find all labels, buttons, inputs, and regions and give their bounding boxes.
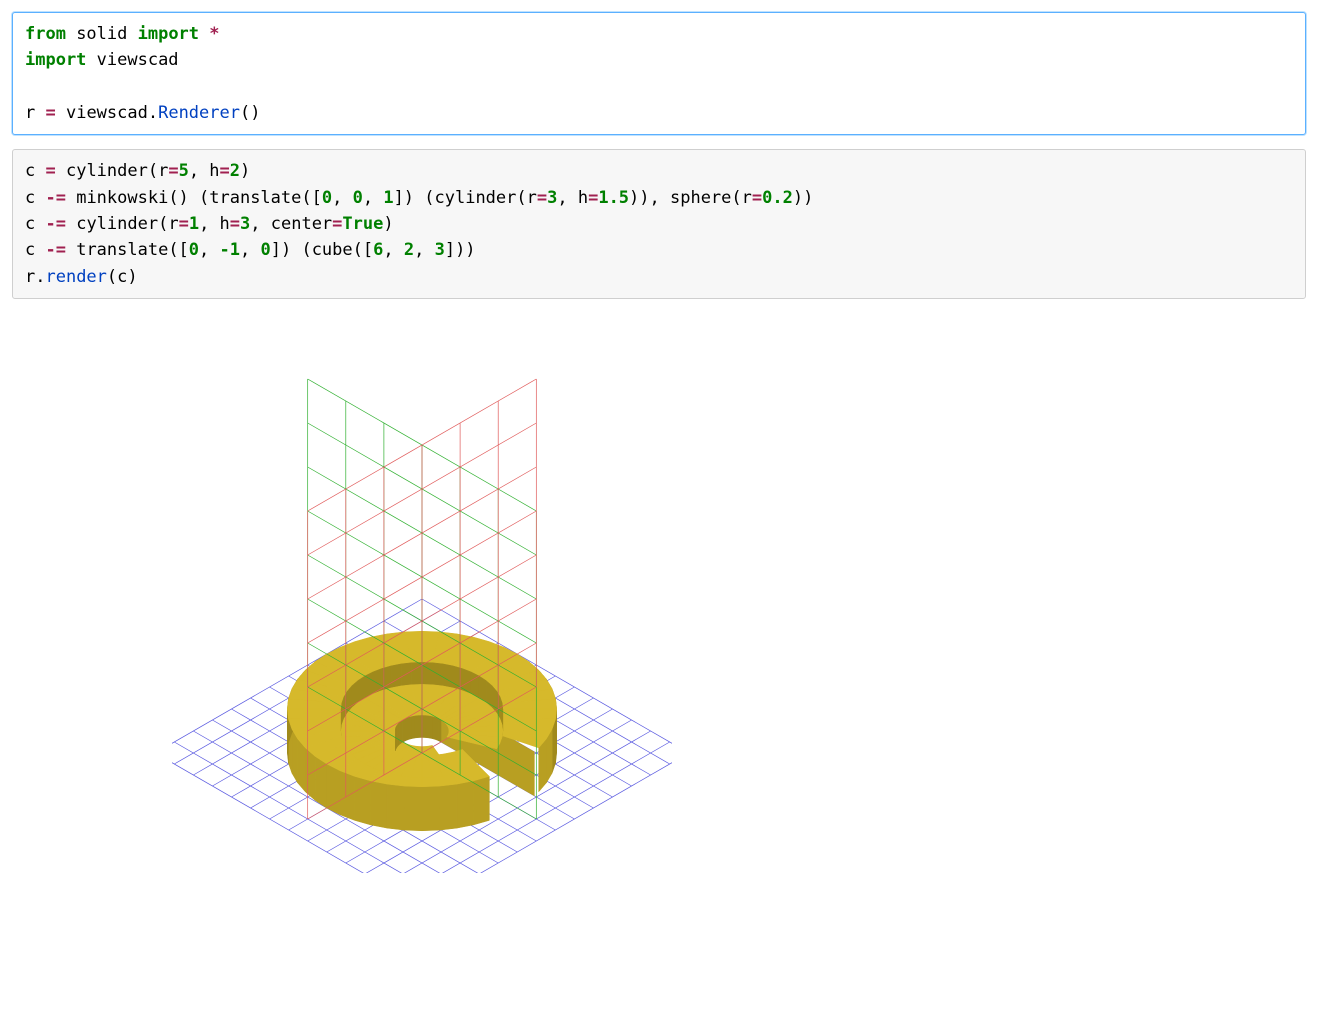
code-cell-2[interactable]: c = cylinder(r=5, h=2) c -= minkowski() … (12, 149, 1306, 299)
code-cell-2-content[interactable]: c = cylinder(r=5, h=2) c -= minkowski() … (25, 158, 1293, 290)
code-cell-1[interactable]: from solid import * import viewscad r = … (12, 12, 1306, 135)
code-cell-1-content[interactable]: from solid import * import viewscad r = … (25, 21, 1293, 126)
viewscad-3d-canvas[interactable] (172, 313, 672, 873)
render-output[interactable] (172, 313, 672, 873)
